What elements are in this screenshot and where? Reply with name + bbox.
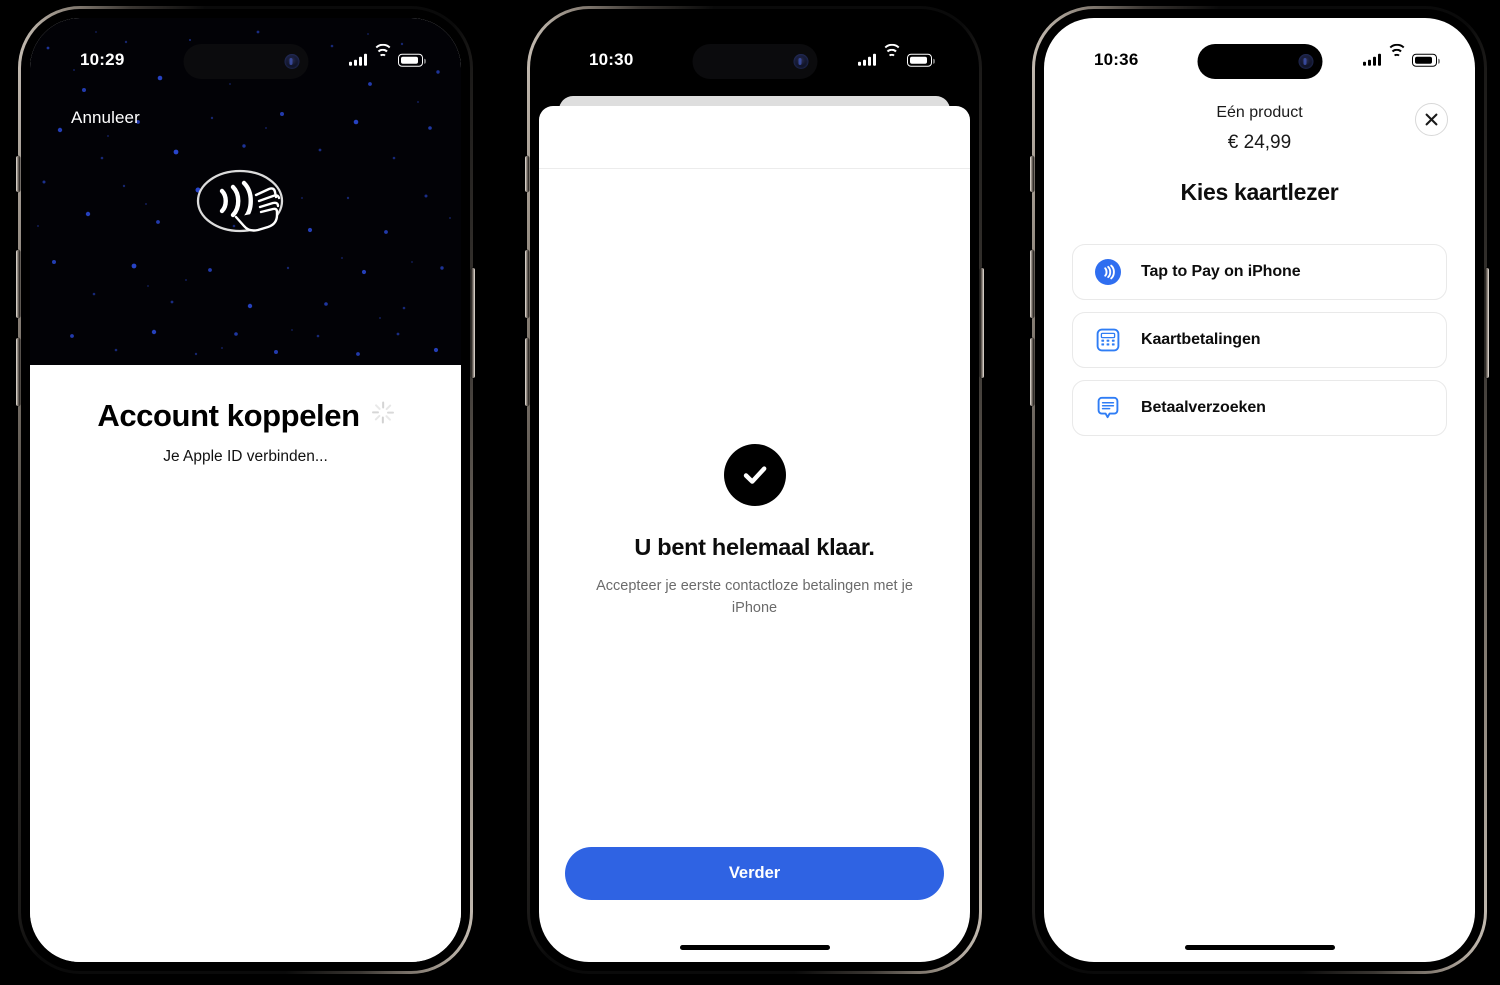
- battery-icon: [907, 53, 935, 67]
- account-linking-sheet: Account koppelen Je Apple ID verbinden..…: [30, 365, 461, 962]
- action-button[interactable]: [525, 156, 529, 192]
- cancel-button[interactable]: Annuleer: [71, 108, 140, 128]
- option-card-payments[interactable]: Kaartbetalingen: [1072, 312, 1447, 368]
- contactless-nfc-icon: [196, 168, 296, 239]
- phone-screen: Annuleer Account koppelen Je Apple ID ve…: [30, 18, 461, 962]
- title-row: Account koppelen: [30, 398, 461, 434]
- option-label: Kaartbetalingen: [1141, 331, 1261, 348]
- status-icons: [857, 44, 935, 67]
- dynamic-island: [1197, 44, 1322, 79]
- option-label: Tap to Pay on iPhone: [1141, 263, 1301, 280]
- dynamic-island: [692, 44, 817, 79]
- option-tap-to-pay[interactable]: Tap to Pay on iPhone: [1072, 244, 1447, 300]
- wifi-icon: [881, 44, 902, 66]
- card-reader-options-list: Tap to Pay on iPhone Kaartbetalingen Bet…: [1072, 244, 1447, 436]
- phone-setup-complete: U bent helemaal klaar. Accepteer je eers…: [525, 6, 984, 974]
- power-button[interactable]: [980, 268, 984, 378]
- power-button[interactable]: [471, 268, 475, 378]
- page-body-text: Accepteer je eerste contactloze betaling…: [596, 578, 913, 617]
- wifi-icon: [1386, 44, 1407, 66]
- close-x-icon: [1425, 113, 1438, 126]
- battery-icon: [1412, 53, 1440, 67]
- completion-sheet: U bent helemaal klaar. Accepteer je eers…: [539, 106, 970, 962]
- status-text: Je Apple ID verbinden...: [163, 448, 328, 465]
- volume-up-button[interactable]: [16, 250, 20, 318]
- continue-button[interactable]: Verder: [565, 847, 944, 900]
- status-time: 10:36: [1094, 50, 1139, 69]
- action-button[interactable]: [16, 156, 20, 192]
- page-title: U bent helemaal klaar.: [634, 534, 875, 560]
- option-payment-requests[interactable]: Betaalverzoeken: [1072, 380, 1447, 436]
- status-time: 10:30: [589, 50, 634, 69]
- front-camera-icon: [284, 54, 299, 69]
- front-camera-icon: [1298, 54, 1313, 69]
- volume-up-button[interactable]: [1030, 250, 1034, 318]
- page-title: Account koppelen: [97, 398, 360, 433]
- volume-down-button[interactable]: [16, 338, 20, 406]
- page-title: Kies kaartlezer: [1180, 179, 1339, 205]
- checkmark-circle-icon: [723, 444, 786, 506]
- cellular-bars-icon: [857, 54, 876, 66]
- payment-request-bubble-icon: [1095, 395, 1121, 421]
- home-indicator[interactable]: [679, 945, 830, 950]
- success-block: U bent helemaal klaar. Accepteer je eers…: [539, 444, 970, 619]
- volume-up-button[interactable]: [525, 250, 529, 318]
- status-icons: [1362, 44, 1440, 67]
- home-indicator[interactable]: [1184, 945, 1335, 950]
- phone-choose-card-reader: Eén product € 24,99 Kies kaartlezer Tap …: [1030, 6, 1489, 974]
- card-terminal-icon: [1095, 327, 1121, 353]
- product-summary-label: Eén product: [1216, 104, 1303, 121]
- action-button[interactable]: [1030, 156, 1034, 192]
- navbar-divider: [539, 168, 970, 169]
- phone-screen: Eén product € 24,99 Kies kaartlezer Tap …: [1044, 18, 1475, 962]
- screenshot-stage: Annuleer Account koppelen Je Apple ID ve…: [0, 0, 1500, 985]
- order-amount: € 24,99: [1227, 132, 1292, 153]
- volume-down-button[interactable]: [525, 338, 529, 406]
- front-camera-icon: [793, 54, 808, 69]
- phone-screen: U bent helemaal klaar. Accepteer je eers…: [539, 18, 970, 962]
- volume-down-button[interactable]: [1030, 338, 1034, 406]
- dynamic-island: [183, 44, 308, 79]
- power-button[interactable]: [1485, 268, 1489, 378]
- contactless-pay-icon: [1095, 259, 1121, 285]
- close-button[interactable]: [1415, 103, 1448, 136]
- phone-account-linking: Annuleer Account koppelen Je Apple ID ve…: [16, 6, 475, 974]
- loading-spinner-icon: [371, 401, 394, 427]
- cellular-bars-icon: [1362, 54, 1381, 66]
- option-label: Betaalverzoeken: [1141, 399, 1266, 416]
